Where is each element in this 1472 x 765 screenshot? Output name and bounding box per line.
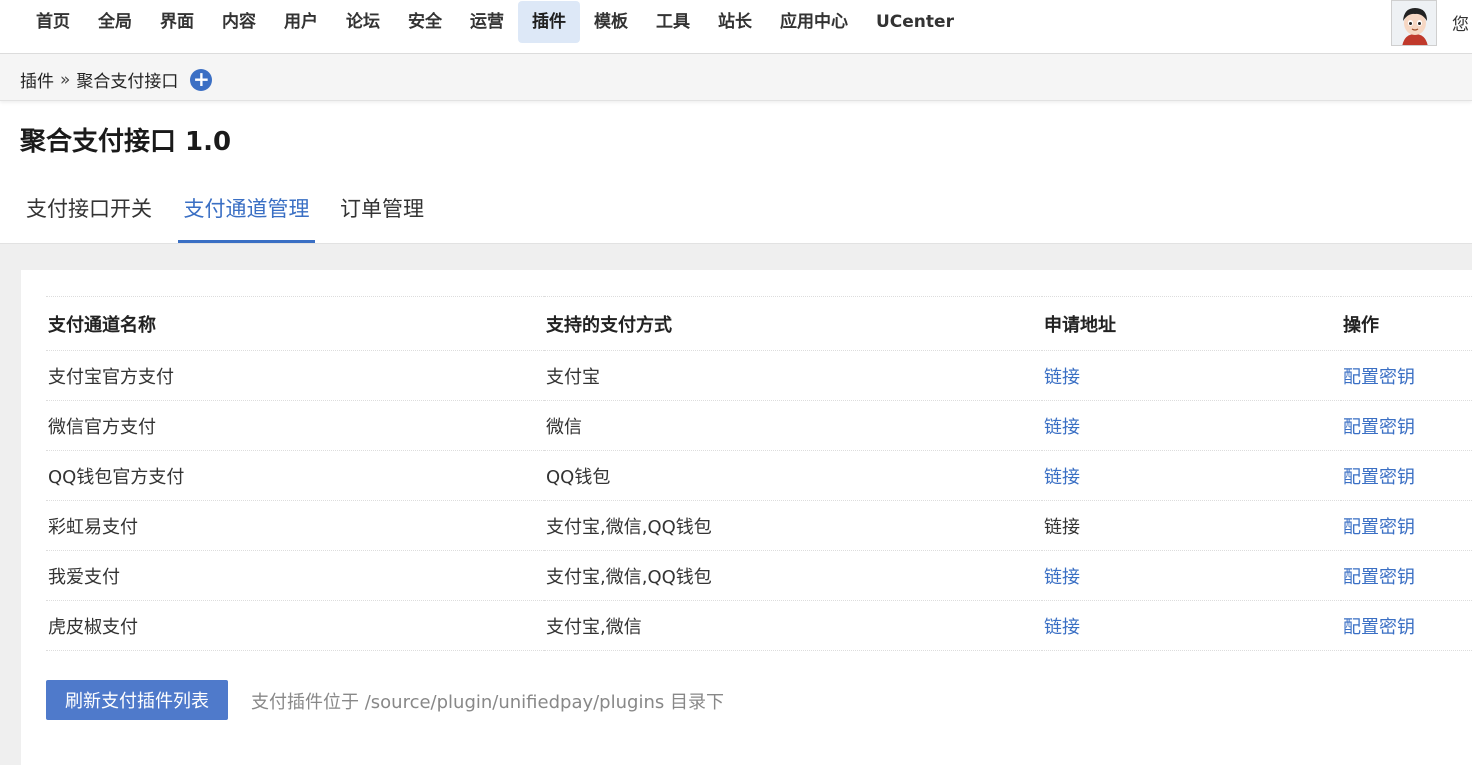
configure-key-link[interactable]: 配置密钥 — [1343, 567, 1415, 588]
nav-item[interactable]: 运营 — [456, 1, 518, 43]
payment-methods-cell: 微信 — [544, 400, 1042, 451]
tab-order-management[interactable]: 订单管理 — [334, 176, 430, 243]
configure-key-link[interactable]: 配置密钥 — [1343, 417, 1415, 438]
breadcrumb-separator: » — [60, 69, 71, 90]
actions-cell: 配置密钥 — [1341, 350, 1472, 401]
payment-methods-cell: QQ钱包 — [544, 450, 1042, 501]
add-shortcut-button[interactable]: + — [190, 66, 213, 91]
header-apply-url: 申请地址 — [1042, 296, 1341, 351]
table-row: 虎皮椒支付 支付宝,微信 链接 配置密钥 — [46, 600, 1472, 651]
actions-cell: 配置密钥 — [1341, 450, 1472, 501]
channel-panel: 支付通道名称 支持的支付方式 申请地址 操作 支付宝官方支付 支付宝 链接 配置密钥微… — [21, 270, 1472, 765]
table-row: QQ钱包官方支付 QQ钱包 链接 配置密钥 — [46, 450, 1472, 501]
apply-link[interactable]: 链接 — [1044, 367, 1080, 388]
table-row: 我爱支付 支付宝,微信,QQ钱包 链接 配置密钥 — [46, 550, 1472, 601]
apply-url-cell: 链接 — [1042, 400, 1341, 451]
channel-name-cell: 我爱支付 — [46, 550, 544, 601]
top-nav: 首页 全局 界面 内容 用户 论坛 安全 运营 插件 模板 工具 站长 应用中心 UCenter 您 — [0, 0, 1472, 54]
actions-cell: 配置密钥 — [1341, 400, 1472, 451]
apply-link[interactable]: 链接 — [1044, 617, 1080, 638]
apply-link[interactable]: 链接 — [1044, 567, 1080, 588]
tab-bar: 支付接口开关 支付通道管理 订单管理 — [0, 176, 1472, 244]
payment-methods-cell: 支付宝,微信 — [544, 600, 1042, 651]
nav-item[interactable]: 论坛 — [332, 1, 394, 43]
user-greeting: 您 — [1452, 15, 1469, 35]
table-row: 支付宝官方支付 支付宝 链接 配置密钥 — [46, 350, 1472, 401]
nav-item[interactable]: UCenter — [862, 1, 968, 43]
tab-payment-switch[interactable]: 支付接口开关 — [20, 176, 158, 243]
actions-cell: 配置密钥 — [1341, 600, 1472, 651]
apply-url-cell: 链接 — [1042, 500, 1341, 551]
nav-item[interactable]: 界面 — [146, 1, 208, 43]
plus-circle-icon: + — [193, 66, 210, 91]
actions-cell: 配置密钥 — [1341, 500, 1472, 551]
nav-item[interactable]: 应用中心 — [766, 1, 862, 43]
nav-item[interactable]: 模板 — [580, 1, 642, 43]
plugin-path-hint: 支付插件位于 /source/plugin/unifiedpay/plugins… — [251, 692, 724, 713]
tab-channel-management[interactable]: 支付通道管理 — [178, 176, 315, 243]
nav-menu: 首页 全局 界面 内容 用户 论坛 安全 运营 插件 模板 工具 站长 应用中心 UCenter — [22, 0, 968, 44]
apply-link[interactable]: 链接 — [1044, 417, 1080, 438]
breadcrumb-root-link[interactable]: 插件 — [20, 67, 54, 92]
payment-methods-cell: 支付宝 — [544, 350, 1042, 401]
nav-item[interactable]: 站长 — [704, 1, 766, 43]
nav-item[interactable]: 工具 — [642, 1, 704, 43]
channel-name-cell: 微信官方支付 — [46, 400, 544, 451]
apply-link[interactable]: 链接 — [1044, 467, 1080, 488]
table-header-row: 支付通道名称 支持的支付方式 申请地址 操作 — [46, 296, 1472, 351]
nav-item[interactable]: 插件 — [518, 1, 580, 43]
nav-item[interactable]: 内容 — [208, 1, 270, 43]
nav-item[interactable]: 安全 — [394, 1, 456, 43]
channel-table: 支付通道名称 支持的支付方式 申请地址 操作 支付宝官方支付 支付宝 链接 配置密钥微… — [46, 296, 1472, 651]
apply-url-cell: 链接 — [1042, 450, 1341, 501]
payment-methods-cell: 支付宝,微信,QQ钱包 — [544, 550, 1042, 601]
table-row: 彩虹易支付 支付宝,微信,QQ钱包 链接 配置密钥 — [46, 500, 1472, 551]
nav-item[interactable]: 用户 — [270, 1, 332, 43]
breadcrumb-bar: 插件 » 聚合支付接口 + — [0, 54, 1472, 101]
header-channel-name: 支付通道名称 — [46, 296, 544, 351]
avatar-icon — [1392, 1, 1436, 45]
header-actions: 操作 — [1341, 296, 1472, 351]
table-row: 微信官方支付 微信 链接 配置密钥 — [46, 400, 1472, 451]
channel-name-cell: 虎皮椒支付 — [46, 600, 544, 651]
page-title: 聚合支付接口 1.0 — [20, 127, 232, 157]
configure-key-link[interactable]: 配置密钥 — [1343, 367, 1415, 388]
configure-key-link[interactable]: 配置密钥 — [1343, 617, 1415, 638]
apply-link: 链接 — [1044, 516, 1080, 538]
payment-methods-cell: 支付宝,微信,QQ钱包 — [544, 500, 1042, 551]
nav-item[interactable]: 全局 — [84, 1, 146, 43]
configure-key-link[interactable]: 配置密钥 — [1343, 517, 1415, 538]
apply-url-cell: 链接 — [1042, 600, 1341, 651]
header-payment-methods: 支持的支付方式 — [544, 296, 1042, 351]
nav-item[interactable]: 首页 — [22, 1, 84, 43]
channel-name-cell: QQ钱包官方支付 — [46, 450, 544, 501]
refresh-plugin-list-button[interactable]: 刷新支付插件列表 — [46, 680, 228, 720]
breadcrumb-current: 聚合支付接口 — [76, 72, 179, 92]
user-avatar[interactable] — [1391, 0, 1437, 46]
channel-name-cell: 支付宝官方支付 — [46, 350, 544, 401]
apply-url-cell: 链接 — [1042, 350, 1341, 401]
channel-name-cell: 彩虹易支付 — [46, 500, 544, 551]
breadcrumb: 插件 » 聚合支付接口 + — [20, 66, 213, 92]
apply-url-cell: 链接 — [1042, 550, 1341, 601]
actions-cell: 配置密钥 — [1341, 550, 1472, 601]
configure-key-link[interactable]: 配置密钥 — [1343, 467, 1415, 488]
